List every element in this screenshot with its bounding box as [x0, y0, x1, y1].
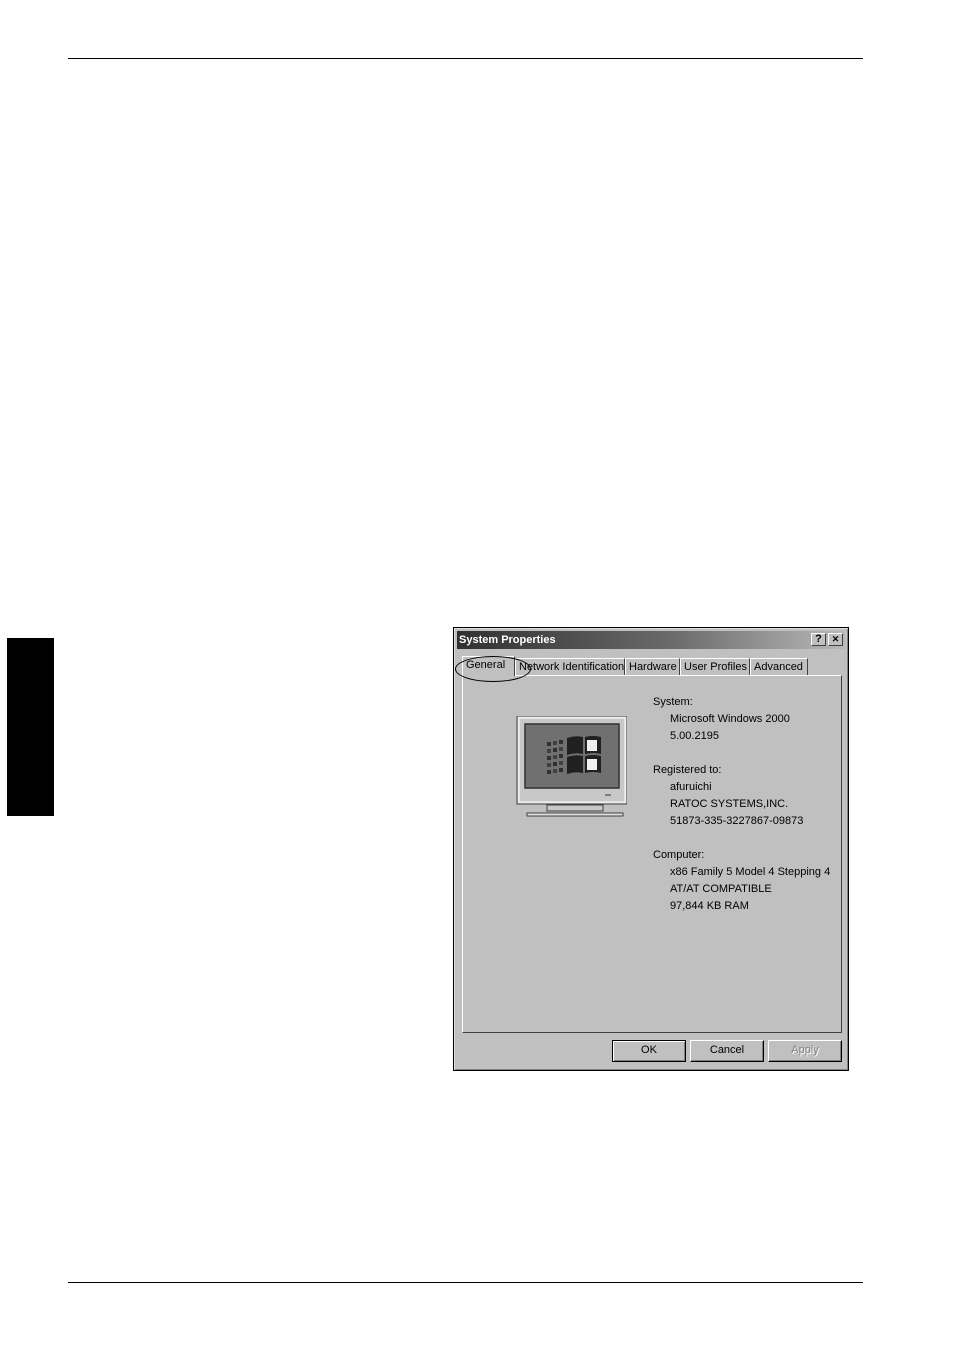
- os-version: 5.00.2195: [670, 730, 719, 742]
- system-label: System:: [653, 696, 693, 708]
- tab-user-profiles[interactable]: User Profiles: [680, 658, 750, 675]
- cancel-button[interactable]: Cancel: [690, 1040, 764, 1062]
- close-button[interactable]: ✕: [828, 633, 843, 646]
- title-bar[interactable]: System Properties ? ✕: [457, 631, 845, 649]
- close-icon: ✕: [831, 634, 840, 644]
- general-tab-panel: System: Microsoft Windows 2000 5.00.2195…: [462, 675, 842, 1033]
- registered-user: afuruichi: [670, 781, 712, 793]
- computer-label: Computer:: [653, 849, 705, 861]
- registered-label: Registered to:: [653, 764, 722, 776]
- os-name: Microsoft Windows 2000: [670, 713, 790, 725]
- tab-advanced[interactable]: Advanced: [750, 658, 808, 675]
- ram-amount: 97,844 KB RAM: [670, 900, 749, 912]
- chapter-side-tab: [7, 638, 54, 816]
- footer-rule: [68, 1282, 863, 1283]
- machine-type: AT/AT COMPATIBLE: [670, 883, 772, 895]
- tab-network-identification[interactable]: Network Identification: [515, 658, 625, 675]
- header-rule: [68, 58, 863, 59]
- system-info: System: Microsoft Windows 2000 5.00.2195…: [653, 694, 830, 915]
- registered-organization: RATOC SYSTEMS,INC.: [670, 798, 789, 810]
- tab-highlight-ellipse: [455, 656, 531, 682]
- ok-button[interactable]: OK: [612, 1040, 686, 1062]
- dialog-title: System Properties: [459, 634, 556, 646]
- help-button[interactable]: ?: [811, 633, 826, 646]
- apply-button[interactable]: Apply: [768, 1040, 842, 1062]
- cpu-info: x86 Family 5 Model 4 Stepping 4: [670, 866, 831, 878]
- windows-monitor-icon: [507, 715, 628, 826]
- tab-hardware[interactable]: Hardware: [625, 658, 680, 675]
- system-properties-dialog: System Properties ? ✕ General Network Id…: [453, 627, 849, 1071]
- product-id: 51873-335-3227867-09873: [670, 815, 804, 827]
